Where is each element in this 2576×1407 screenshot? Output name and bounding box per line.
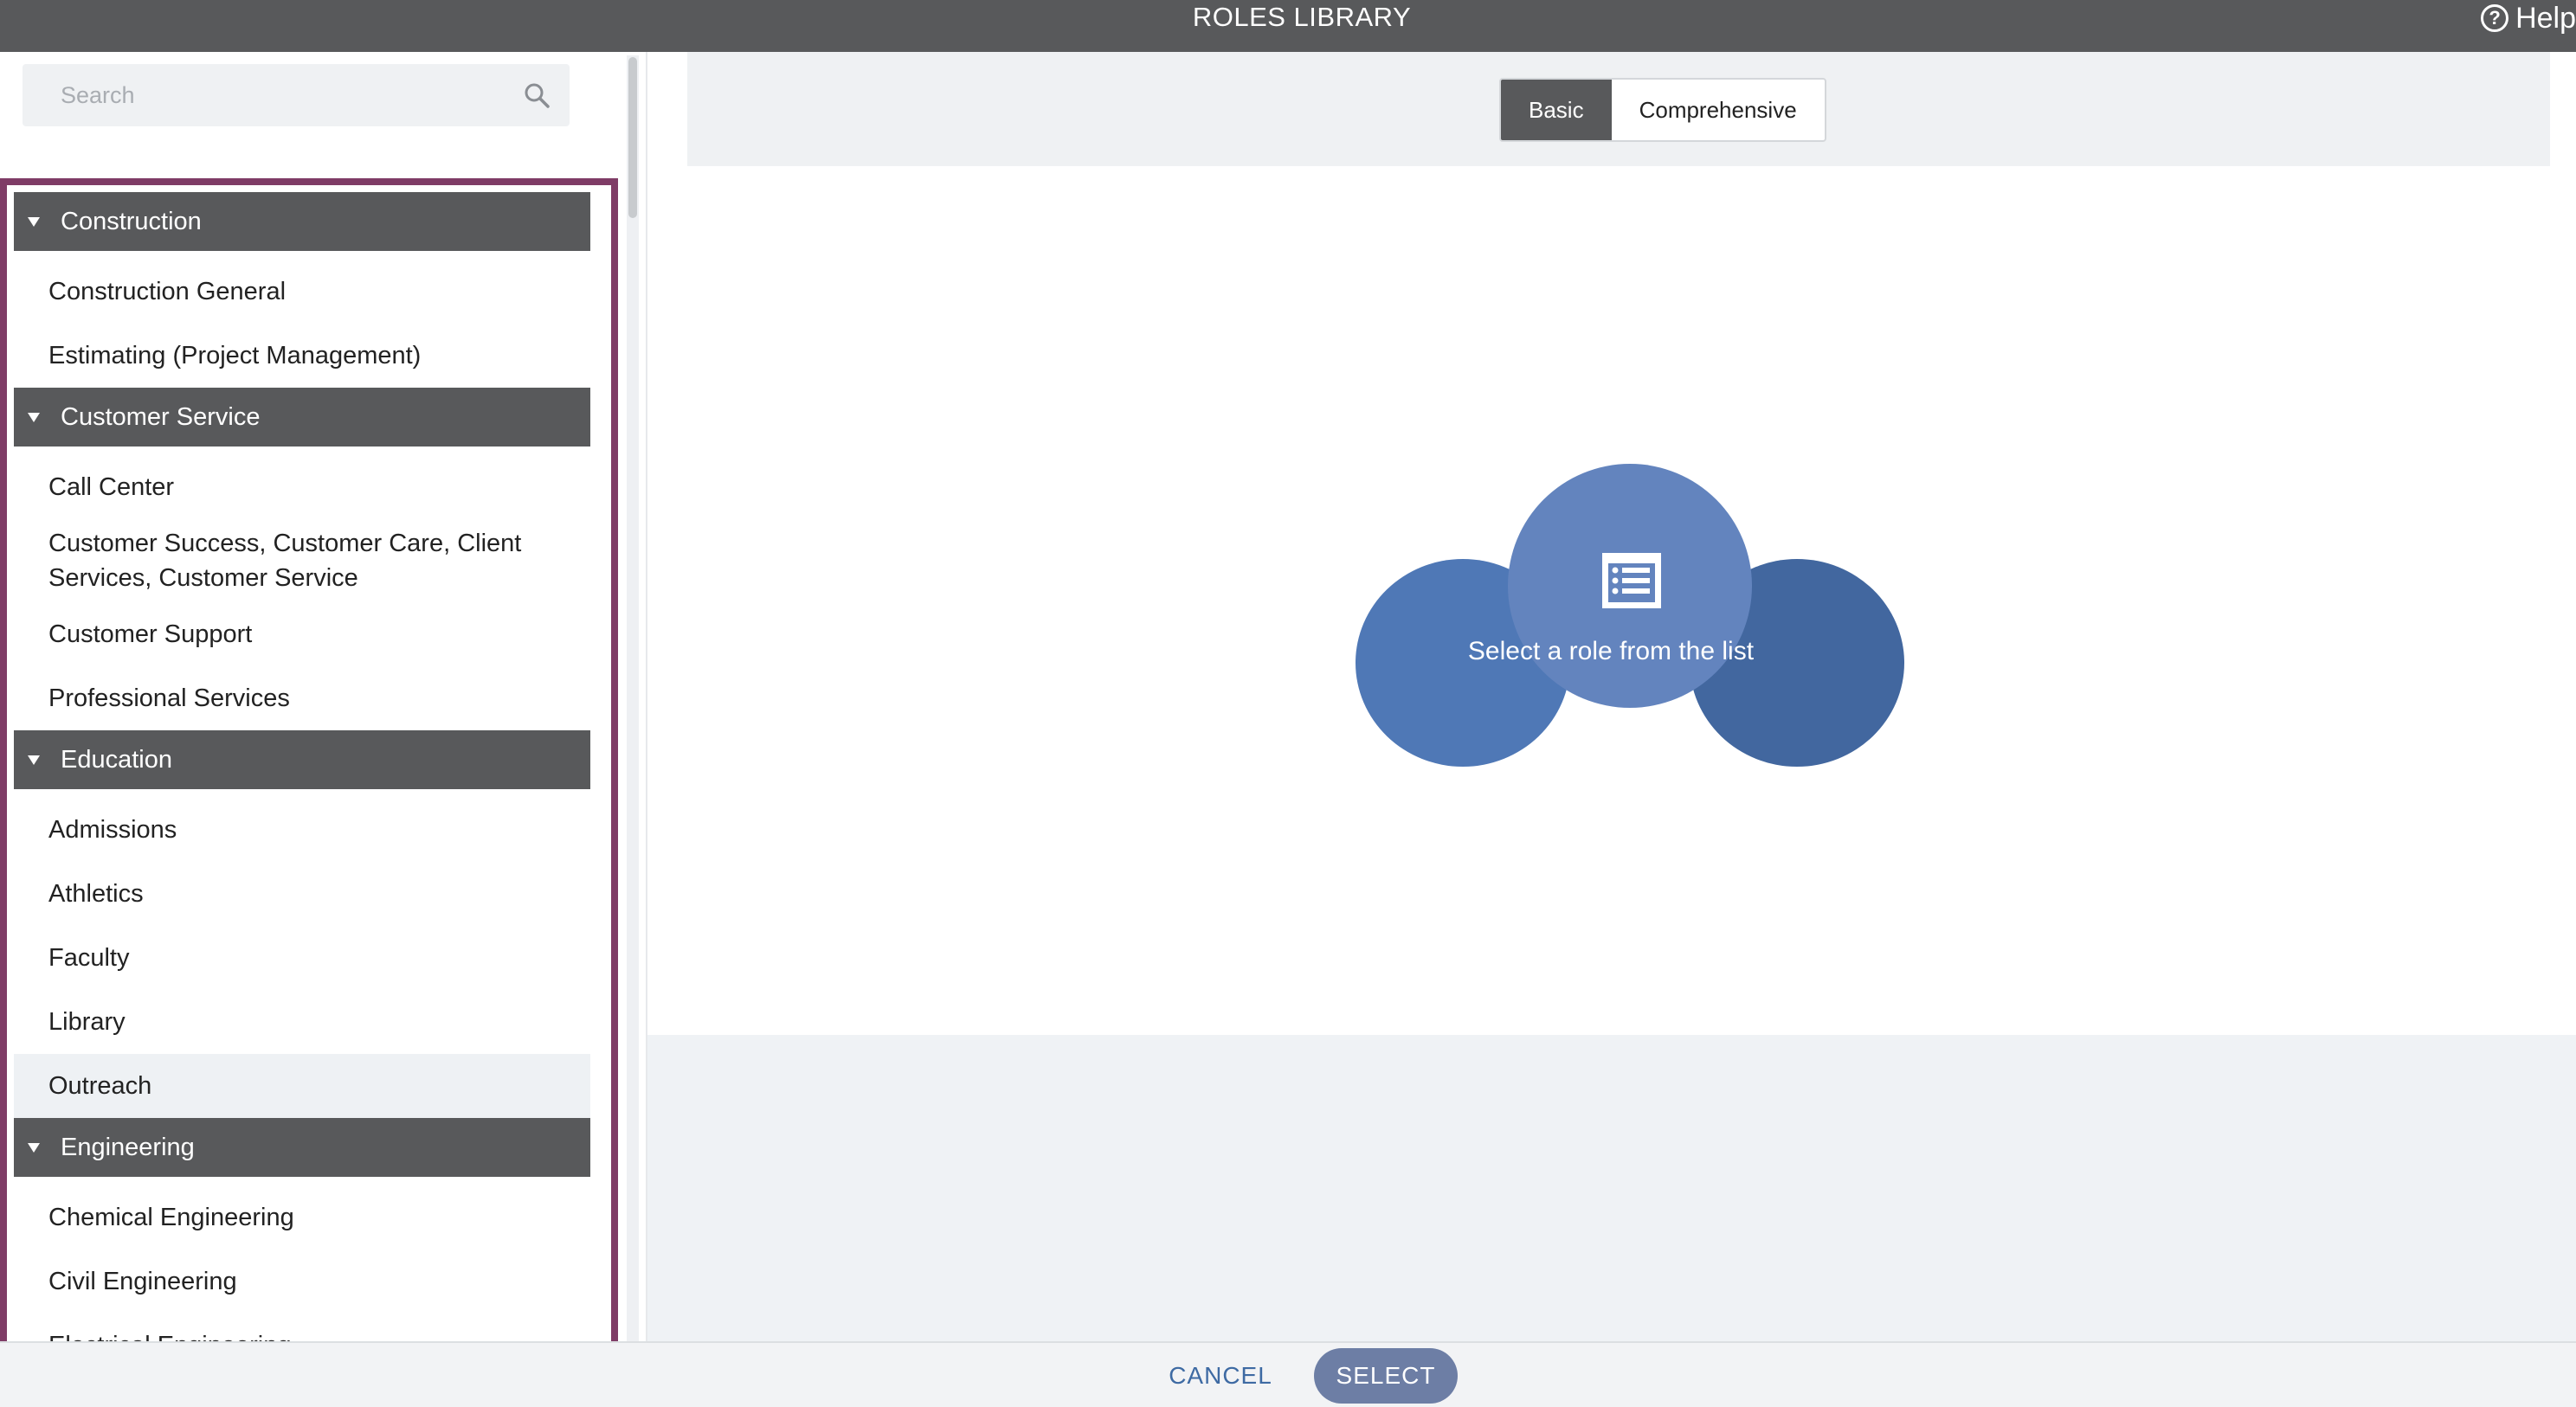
role-item[interactable]: Athletics — [14, 862, 590, 926]
role-item[interactable]: Call Center — [14, 455, 590, 519]
help-label: Help — [2515, 1, 2576, 35]
toggle-basic[interactable]: Basic — [1501, 80, 1612, 140]
dialog-footer: CANCEL SELECT — [0, 1341, 2576, 1407]
help-icon: ? — [2481, 4, 2509, 32]
role-item[interactable]: Professional Services — [14, 666, 590, 730]
search-icon[interactable] — [523, 81, 551, 109]
roles-sidebar: Search Construction Construction General… — [0, 52, 646, 1397]
category-label: Education — [61, 745, 172, 774]
role-item[interactable]: Estimating (Project Management) — [14, 324, 590, 388]
help-button[interactable]: ? Help — [2481, 0, 2576, 36]
view-toggle: Basic Comprehensive — [1499, 78, 1826, 142]
view-toggle-bar: Basic Comprehensive — [687, 52, 2550, 166]
search-placeholder: Search — [61, 82, 135, 108]
category-label: Construction — [61, 207, 202, 235]
role-item[interactable]: Civil Engineering — [14, 1250, 590, 1314]
category-header-engineering[interactable]: Engineering — [14, 1118, 590, 1177]
role-item[interactable]: Customer Support — [14, 602, 590, 666]
scrollbar-thumb[interactable] — [628, 57, 637, 218]
roles-list: Construction Construction General Estima… — [14, 192, 590, 1378]
toggle-comprehensive[interactable]: Comprehensive — [1612, 80, 1825, 140]
role-item[interactable]: Faculty — [14, 926, 590, 990]
role-item[interactable]: Construction General — [14, 260, 590, 324]
window-title: ROLES LIBRARY — [1192, 2, 1412, 32]
empty-state-message: Select a role from the list — [1467, 637, 1755, 665]
title-bar: ROLES LIBRARY ? Help — [0, 0, 2576, 52]
category-header-customer-service[interactable]: Customer Service — [14, 388, 590, 447]
cancel-button[interactable]: CANCEL — [1156, 1343, 1285, 1407]
category-label: Engineering — [61, 1133, 195, 1161]
role-item[interactable]: Library — [14, 990, 590, 1054]
role-item[interactable]: Chemical Engineering — [14, 1185, 590, 1250]
role-detail-panel: Basic Comprehensive Select a role from t… — [646, 52, 2576, 1341]
role-item[interactable]: Customer Success, Customer Care, Client … — [14, 519, 590, 602]
caret-down-icon — [28, 412, 40, 422]
category-label: Customer Service — [61, 402, 261, 431]
role-item[interactable]: Outreach — [14, 1054, 590, 1118]
role-item[interactable]: Admissions — [14, 798, 590, 862]
select-button[interactable]: SELECT — [1314, 1348, 1458, 1404]
search-input[interactable]: Search — [23, 64, 570, 126]
list-icon — [1602, 553, 1661, 608]
sidebar-scrollbar[interactable] — [627, 55, 639, 1341]
panel-background — [647, 1035, 2576, 1341]
roles-list-highlight: Construction Construction General Estima… — [0, 178, 618, 1397]
category-header-education[interactable]: Education — [14, 730, 590, 789]
category-header-construction[interactable]: Construction — [14, 192, 590, 251]
caret-down-icon — [28, 755, 40, 765]
caret-down-icon — [28, 1142, 40, 1153]
caret-down-icon — [28, 216, 40, 227]
